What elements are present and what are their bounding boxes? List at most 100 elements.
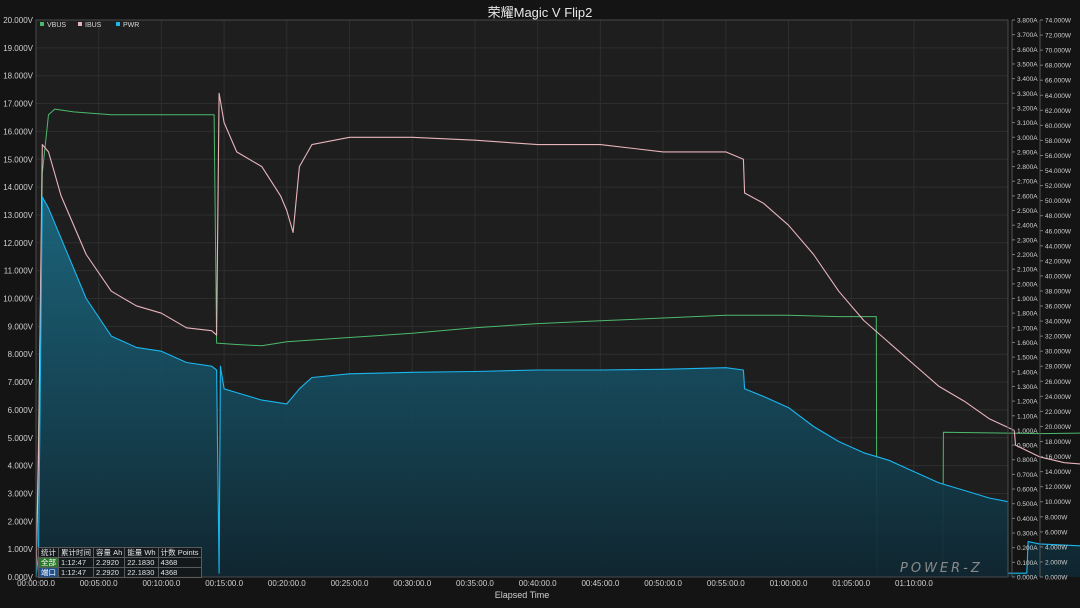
y-right1-tick-label: 0.300A (1017, 531, 1038, 538)
power-z-logo: POWER-Z (900, 561, 983, 576)
stats-table: 统计 累计时间 容量 Ah 能量 Wh 计数 Points 全部 1:12:47… (38, 547, 202, 578)
y-right1-tick-label: 3.400A (1017, 76, 1038, 83)
legend-label: PWR (123, 22, 139, 29)
y-left-tick-label: 9.000V (8, 322, 34, 331)
y-right1-tick-label: 3.500A (1017, 61, 1038, 68)
stats-cell: 1:12:47 (58, 557, 94, 568)
y-right1-tick-label: 0.600A (1017, 487, 1038, 494)
stats-cell: 1:12:47 (58, 567, 94, 578)
y-left-tick-label: 10.000V (3, 295, 33, 304)
y-right1-tick-label: 3.000A (1017, 135, 1038, 142)
y-right1-tick-label: 2.100A (1017, 267, 1038, 274)
y-right1-tick-label: 3.800A (1017, 18, 1038, 25)
stats-cell: 22.1830 (124, 557, 159, 568)
legend-swatch (116, 22, 120, 26)
y-left-tick-label: 8.000V (8, 350, 34, 359)
y-right2-tick-label: 14.000W (1045, 469, 1072, 476)
legend-swatch (78, 22, 82, 26)
y-right2-tick-label: 2.000W (1045, 559, 1068, 566)
y-right1-tick-label: 2.200A (1017, 252, 1038, 259)
y-right2-tick-label: 34.000W (1045, 319, 1072, 326)
y-right2-tick-label: 56.000W (1045, 153, 1072, 160)
x-tick-label: 00:00:00.0 (17, 579, 55, 588)
y-right1-tick-label: 0.000A (1017, 575, 1038, 582)
y-right1-tick-label: 1.400A (1017, 369, 1038, 376)
y-left-tick-label: 18.000V (3, 72, 33, 81)
y-right1-tick-label: 1.300A (1017, 384, 1038, 391)
x-tick-label: 00:30:00.0 (393, 579, 431, 588)
y-right2-tick-label: 38.000W (1045, 288, 1072, 295)
stats-cell: 2.2920 (92, 557, 126, 568)
y-right2-tick-label: 60.000W (1045, 123, 1072, 130)
x-tick-label: 00:40:00.0 (519, 579, 557, 588)
y-left-tick-label: 20.000V (3, 16, 33, 25)
legend-swatch (40, 22, 44, 26)
y-right2-tick-label: 6.000W (1045, 529, 1068, 536)
x-tick-label: 00:25:00.0 (331, 579, 369, 588)
stats-header-cell: 累计时间 (58, 547, 94, 558)
y-right2-tick-label: 4.000W (1045, 544, 1068, 551)
stats-header-cell: 计数 Points (157, 547, 202, 558)
y-right1-tick-label: 1.000A (1017, 428, 1038, 435)
y-right2-tick-label: 42.000W (1045, 258, 1072, 265)
y-left-tick-label: 5.000V (8, 434, 34, 443)
y-right2-tick-label: 26.000W (1045, 379, 1072, 386)
y-left-tick-label: 14.000V (3, 183, 33, 192)
stats-cell: 2.2920 (92, 567, 126, 578)
y-left-tick-label: 19.000V (3, 44, 33, 53)
y-right1-tick-label: 1.700A (1017, 325, 1038, 332)
x-tick-label: 01:00:00.0 (770, 579, 808, 588)
y-right2-tick-label: 40.000W (1045, 273, 1072, 280)
y-right2-tick-label: 16.000W (1045, 454, 1072, 461)
y-right1-tick-label: 2.700A (1017, 179, 1038, 186)
x-tick-label: 00:10:00.0 (143, 579, 181, 588)
y-left-tick-label: 15.000V (3, 155, 33, 164)
y-right2-tick-label: 70.000W (1045, 48, 1072, 55)
y-right2-tick-label: 68.000W (1045, 63, 1072, 70)
y-right2-tick-label: 32.000W (1045, 334, 1072, 341)
y-right2-tick-label: 52.000W (1045, 183, 1072, 190)
y-right1-tick-label: 2.600A (1017, 193, 1038, 200)
y-right2-tick-label: 66.000W (1045, 78, 1072, 85)
legend: VBUS IBUS PWR (40, 22, 139, 29)
x-tick-label: 00:05:00.0 (80, 579, 118, 588)
y-right2-tick-label: 28.000W (1045, 364, 1072, 371)
chart-svg: 0.000V1.000V2.000V3.000V4.000V5.000V6.00… (3, 16, 1080, 600)
y-right1-tick-label: 2.800A (1017, 164, 1038, 171)
y-right2-tick-label: 8.000W (1045, 514, 1068, 521)
y-right1-tick-label: 0.100A (1017, 560, 1038, 567)
y-right1-tick-label: 0.800A (1017, 457, 1038, 464)
y-left-tick-label: 3.000V (8, 489, 34, 498)
y-left-tick-label: 7.000V (8, 378, 34, 387)
stats-cell: 4368 (157, 557, 202, 568)
y-right2-tick-label: 64.000W (1045, 93, 1072, 100)
y-right2-tick-label: 72.000W (1045, 33, 1072, 40)
x-tick-label: 01:05:00.0 (832, 579, 870, 588)
y-right2-tick-label: 74.000W (1045, 18, 1072, 25)
y-right1-tick-label: 0.400A (1017, 516, 1038, 523)
stats-row-label: 端口 (38, 567, 59, 578)
y-right1-tick-label: 3.300A (1017, 91, 1038, 98)
y-right2-tick-label: 62.000W (1045, 108, 1072, 115)
y-left-tick-label: 17.000V (3, 100, 33, 109)
stats-row-label: 全部 (38, 557, 59, 568)
y-right1-tick-label: 1.100A (1017, 413, 1038, 420)
y-right2-tick-label: 48.000W (1045, 213, 1072, 220)
y-right1-tick-label: 2.400A (1017, 223, 1038, 230)
y-right2-tick-label: 10.000W (1045, 499, 1072, 506)
y-right1-tick-label: 2.900A (1017, 149, 1038, 156)
y-right1-tick-label: 0.900A (1017, 443, 1038, 450)
x-tick-label: 00:45:00.0 (581, 579, 619, 588)
y-left-tick-label: 1.000V (8, 545, 34, 554)
y-right1-tick-label: 3.200A (1017, 105, 1038, 112)
x-axis-label: Elapsed Time (495, 590, 550, 600)
stats-header-cell: 统计 (38, 547, 59, 558)
stats-row: 端口 1:12:47 2.2920 22.1830 4368 (38, 567, 202, 578)
y-right1-tick-label: 2.000A (1017, 281, 1038, 288)
y-right1-tick-label: 1.800A (1017, 311, 1038, 318)
y-right1-tick-label: 3.100A (1017, 120, 1038, 127)
stats-cell: 22.1830 (124, 567, 159, 578)
y-right1-tick-label: 1.500A (1017, 355, 1038, 362)
x-tick-label: 00:50:00.0 (644, 579, 682, 588)
stats-header-row: 统计 累计时间 容量 Ah 能量 Wh 计数 Points (38, 547, 202, 558)
